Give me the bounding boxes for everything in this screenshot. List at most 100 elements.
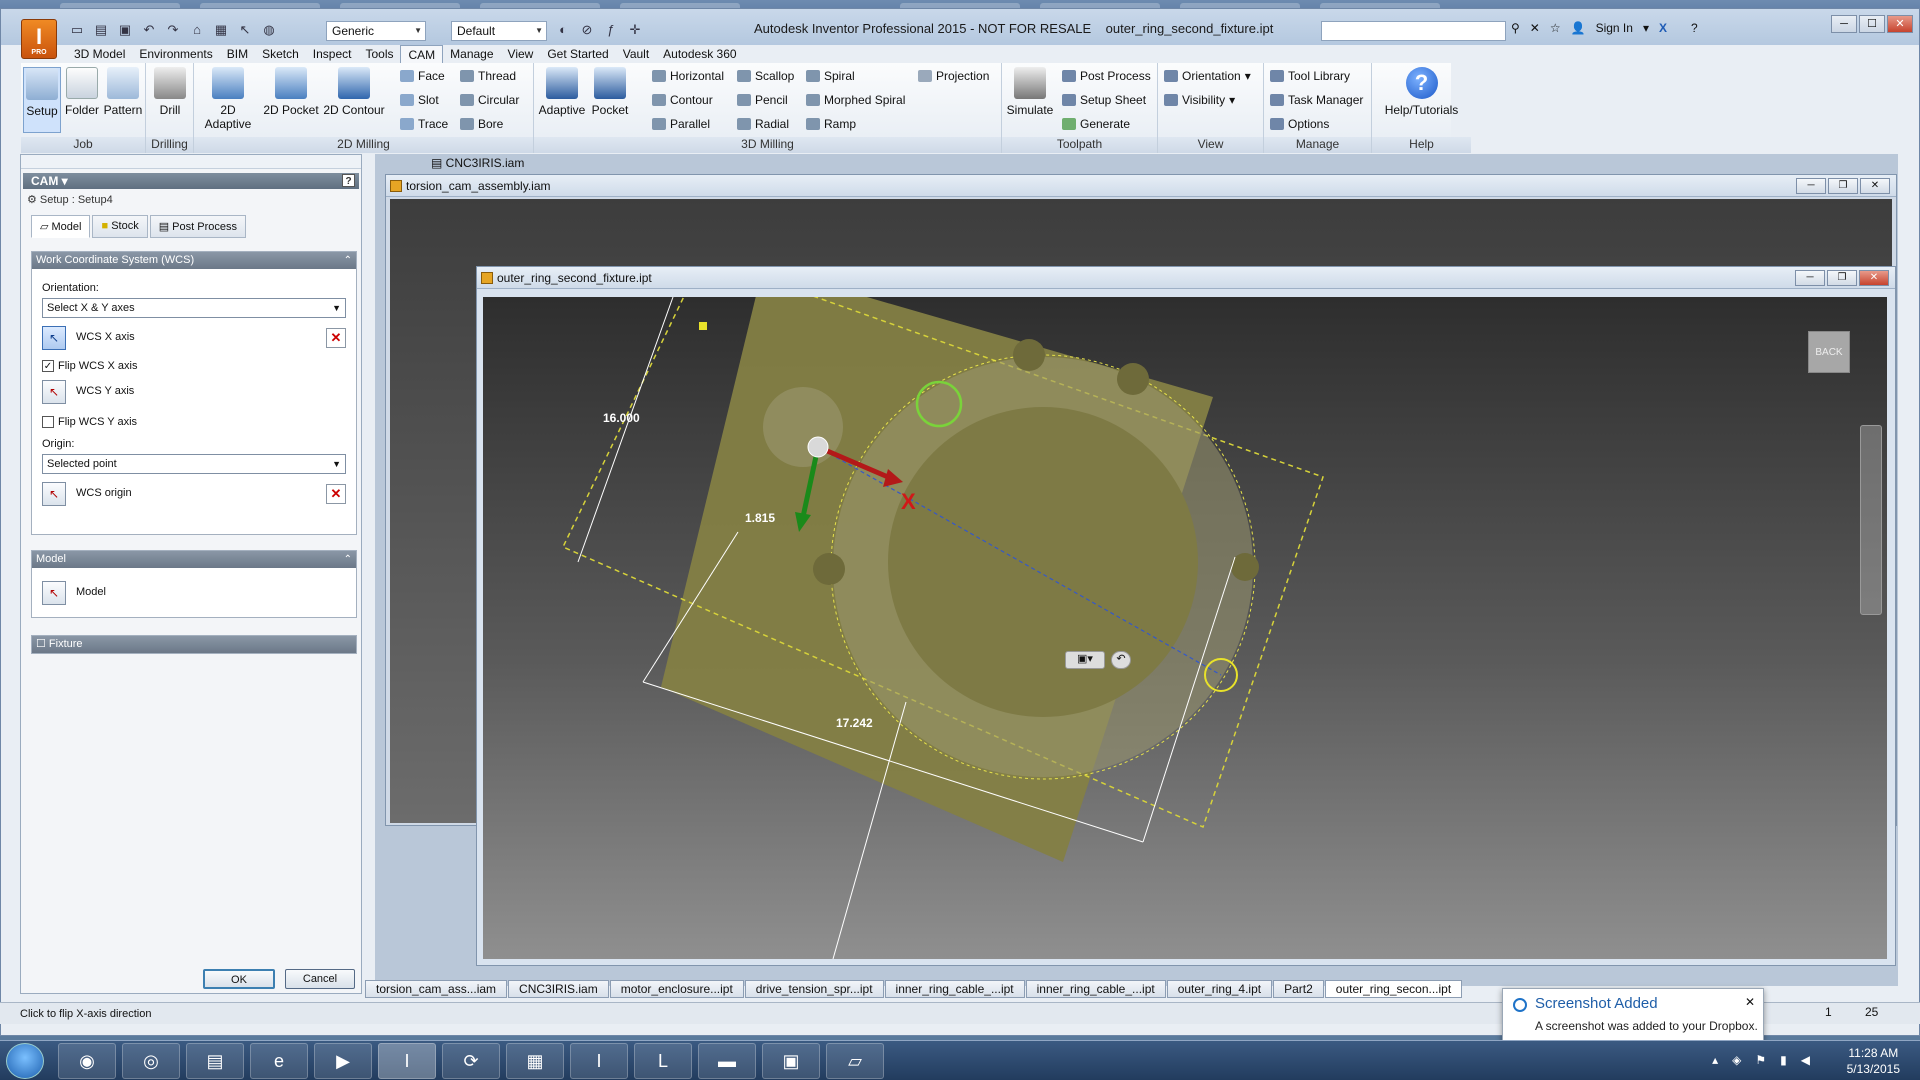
restore-icon[interactable]: ❐ — [1828, 178, 1858, 194]
help-icon[interactable]: ? — [1691, 21, 1698, 35]
minimize-icon[interactable]: ─ — [1795, 270, 1825, 286]
close-icon[interactable]: ✕ — [1859, 270, 1889, 286]
clear-origin-button[interactable]: ✕ — [326, 484, 346, 504]
tab-vault[interactable]: Vault — [616, 45, 656, 63]
bore-button[interactable]: Bore — [460, 117, 503, 131]
circular-button[interactable]: Circular — [460, 93, 519, 107]
refresh-icon[interactable]: ⟳ — [442, 1043, 500, 1079]
setup-sheet-button[interactable]: Setup Sheet — [1062, 93, 1146, 107]
move-icon[interactable]: ✛ — [625, 21, 645, 39]
2d-adaptive-button[interactable]: 2D Adaptive — [196, 67, 260, 131]
wcs-x-axis-select-button[interactable]: ↖ — [42, 326, 66, 350]
close-icon[interactable]: ✕ — [1745, 995, 1755, 1009]
tab-tools[interactable]: Tools — [358, 45, 400, 63]
chevron-down-icon[interactable]: ▾ — [1643, 21, 1649, 35]
origin-sphere[interactable] — [807, 436, 829, 458]
undo-icon[interactable]: ↶ — [139, 21, 159, 39]
part-viewport[interactable]: 16.000 1.815 17.242 X ▣▾ ↶ BACK — [483, 297, 1887, 959]
sign-in-link[interactable]: Sign In — [1596, 21, 1633, 35]
undo-icon[interactable]: ↶ — [1111, 651, 1131, 669]
tab-inspect[interactable]: Inspect — [306, 45, 359, 63]
exchange-icon[interactable]: X — [1659, 21, 1667, 35]
task-manager-button[interactable]: Task Manager — [1270, 93, 1363, 107]
tab-3d-model[interactable]: 3D Model — [67, 45, 132, 63]
doc-tab[interactable]: CNC3IRIS.iam — [508, 980, 609, 998]
orientation-button[interactable]: Orientation ▾ — [1164, 69, 1251, 83]
volume-icon[interactable]: ◀ — [1801, 1053, 1810, 1067]
photo-icon[interactable]: ▣ — [762, 1043, 820, 1079]
tab-bim[interactable]: BIM — [220, 45, 255, 63]
orientation-dropdown[interactable]: Select X & Y axes ▼ — [42, 298, 346, 318]
doc-tab-active[interactable]: outer_ring_secon...ipt — [1324, 980, 1463, 998]
tab-environments[interactable]: Environments — [132, 45, 219, 63]
redo-icon[interactable]: ↷ — [163, 21, 183, 39]
dimension-label-1[interactable]: 16.000 — [603, 411, 640, 425]
minitoolbar-options[interactable]: ▣▾ — [1065, 651, 1105, 669]
adaptive-button[interactable]: Adaptive — [538, 67, 586, 117]
simulate-button[interactable]: Simulate — [1004, 67, 1056, 117]
model-group-header[interactable]: Model ⌃ — [32, 551, 356, 568]
visibility-button[interactable]: Visibility ▾ — [1164, 93, 1235, 107]
network-icon[interactable]: ▮ — [1780, 1053, 1787, 1067]
fx-icon[interactable]: ƒ — [601, 21, 621, 39]
doc-tab[interactable]: inner_ring_cable_...ipt — [1025, 980, 1166, 998]
tool-library-button[interactable]: Tool Library — [1270, 69, 1350, 83]
save-icon[interactable]: ▣ — [115, 21, 135, 39]
wcs-y-axis-select-button[interactable]: ↖ — [42, 380, 66, 404]
doc-tab[interactable]: motor_enclosure...ipt — [609, 980, 744, 998]
ok-button[interactable]: OK — [203, 969, 275, 989]
help-search-input[interactable] — [1321, 21, 1506, 41]
tab-get-started[interactable]: Get Started — [540, 45, 615, 63]
viewcube[interactable]: BACK — [1808, 331, 1850, 373]
model-select-button[interactable]: ↖ — [42, 581, 66, 605]
clear-icon[interactable]: ⊘ — [577, 21, 597, 39]
system-clock[interactable]: 11:28 AM 5/13/2015 — [1847, 1045, 1900, 1077]
pattern-button[interactable]: Pattern — [103, 67, 143, 117]
wcs-group-header[interactable]: Work Coordinate System (WCS) ⌃ — [32, 252, 356, 269]
pencil-button[interactable]: Pencil — [737, 93, 788, 107]
user-icon[interactable]: 👤 — [1571, 21, 1586, 35]
material-combo[interactable]: Generic ▼ — [326, 21, 426, 41]
help-tutorials-button[interactable]: ? Help/Tutorials — [1374, 67, 1469, 117]
tray-arrow-icon[interactable]: ▴ — [1712, 1053, 1718, 1067]
ramp-button[interactable]: Ramp — [806, 117, 856, 131]
projection-button[interactable]: Projection — [918, 69, 989, 83]
radial-button[interactable]: Radial — [737, 117, 789, 131]
flag-icon[interactable]: ⚑ — [1755, 1053, 1766, 1067]
maximize-icon[interactable]: ☐ — [1859, 15, 1885, 33]
ring-inner[interactable] — [888, 407, 1198, 717]
horizontal-button[interactable]: Horizontal — [652, 69, 724, 83]
origin-dropdown[interactable]: Selected point ▼ — [42, 454, 346, 474]
morphed-spiral-button[interactable]: Morphed Spiral — [806, 93, 905, 107]
explorer-icon[interactable]: ▤ — [186, 1043, 244, 1079]
tab-cam[interactable]: CAM — [400, 45, 444, 63]
firefox-icon[interactable]: ◉ — [58, 1043, 116, 1079]
doc-tab[interactable]: Part2 — [1273, 980, 1324, 998]
parallel-button[interactable]: Parallel — [652, 117, 710, 131]
adjust-icon[interactable]: ◐ — [553, 21, 573, 39]
tab-model[interactable]: ▱ Model — [31, 215, 91, 238]
appearance-combo[interactable]: Default ▼ — [451, 21, 547, 41]
generate-button[interactable]: Generate — [1062, 117, 1130, 131]
notepad-icon[interactable]: ▱ — [826, 1043, 884, 1079]
close-icon[interactable]: ✕ — [1887, 15, 1913, 33]
trace-button[interactable]: Trace — [400, 117, 448, 131]
wcs-origin-select-button[interactable]: ↖ — [42, 482, 66, 506]
subscription-icon[interactable]: ✕ — [1530, 21, 1540, 35]
ie-icon[interactable]: e — [250, 1043, 308, 1079]
open-icon[interactable]: ▤ — [91, 21, 111, 39]
start-button[interactable] — [6, 1043, 44, 1079]
contour-button[interactable]: Contour — [652, 93, 713, 107]
lync-icon[interactable]: L — [634, 1043, 692, 1079]
collapse-icon[interactable]: ⌃ — [344, 551, 352, 568]
pocket-button[interactable]: Pocket — [588, 67, 632, 117]
tab-stock[interactable]: ■ Stock — [92, 215, 148, 238]
doc-tab[interactable]: torsion_cam_ass...iam — [365, 980, 508, 998]
calculator-icon[interactable]: ▦ — [506, 1043, 564, 1079]
fixture-group-header[interactable]: ☐ Fixture — [32, 636, 356, 653]
drill-button[interactable]: Drill — [152, 67, 188, 117]
inventor-icon[interactable]: I — [378, 1043, 436, 1079]
home-icon[interactable]: ⌂ — [187, 21, 207, 39]
doc-tab[interactable]: outer_ring_4.ipt — [1166, 980, 1273, 998]
material-icon[interactable]: ◍ — [259, 21, 279, 39]
